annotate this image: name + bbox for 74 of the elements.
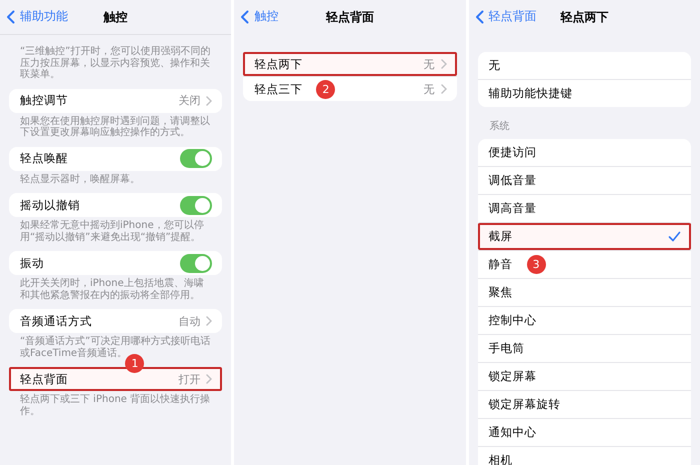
row-label: 通知中心 xyxy=(488,425,537,440)
row-label: 控制中心 xyxy=(488,313,537,328)
row-label: 摇动以撤销 xyxy=(20,198,80,212)
row-value: 关闭 xyxy=(178,93,200,108)
chevron-icon xyxy=(206,96,212,106)
row-label: 静音 xyxy=(488,257,513,272)
settings-row[interactable]: 轻点背面 打开 xyxy=(9,367,222,391)
row-label: 锁定屏幕旋转 xyxy=(488,397,561,412)
row-label: 调高音量 xyxy=(488,201,537,216)
row-label: 截屏 xyxy=(488,229,513,244)
row-label: 无 xyxy=(488,58,501,73)
footnote-text: 此开关关闭时，iPhone上包括地震、海啸和其他紧急警报在内的振动将全部停用。 xyxy=(20,278,205,301)
settings-row[interactable]: 控制中心 xyxy=(478,306,691,334)
footnote-text: 如果经常无意中摇动到iPhone，您可以停用“摇动以撤销”来避免出现“撤销”提醒。 xyxy=(20,220,205,243)
chevron-icon xyxy=(440,84,447,94)
row-label: 调低音量 xyxy=(488,173,537,188)
chevron-icon xyxy=(440,59,447,69)
settings-row[interactable]: 截屏 xyxy=(478,222,691,250)
row-label: 轻点唤醒 xyxy=(20,151,68,166)
row-label: 轻点两下 xyxy=(254,56,302,72)
settings-row[interactable]: 手电筒 xyxy=(478,334,691,362)
step-badge: 2 xyxy=(316,80,336,98)
settings-row[interactable]: 摇动以撤销 xyxy=(9,193,222,217)
settings-row[interactable]: 锁定屏幕旋转 xyxy=(478,390,691,418)
footnote-text: 如果您在使用触控屏时遇到问题，请调整以下设置更改屏幕响应触控操作的方式。 xyxy=(20,116,211,138)
back-chevron-icon xyxy=(474,10,484,24)
screen-title: 轻点两下 xyxy=(560,8,608,26)
toggle-switch[interactable] xyxy=(180,149,212,168)
settings-row[interactable]: 通知中心 xyxy=(478,418,691,446)
row-value: 无 xyxy=(424,56,435,72)
row-label: 轻点背面 xyxy=(20,372,68,386)
row-label: 振动 xyxy=(20,256,44,270)
settings-row[interactable]: 静音 3 xyxy=(478,250,691,278)
settings-row[interactable]: 无 xyxy=(478,52,691,79)
settings-row[interactable]: 音频通话方式 自动 xyxy=(9,309,222,333)
toggle-switch[interactable] xyxy=(180,196,212,214)
settings-row[interactable]: 聚焦 xyxy=(478,278,691,306)
row-label: 辅助功能快捷键 xyxy=(488,86,573,101)
row-value: 打开 xyxy=(178,372,200,386)
step-badge: 1 xyxy=(125,354,144,373)
row-label: 轻点三下 xyxy=(254,82,302,96)
row-label: 触控调节 xyxy=(20,93,68,108)
toggle-switch[interactable] xyxy=(180,254,212,272)
row-label: 便捷访问 xyxy=(488,145,537,160)
back-button[interactable]: 触控 xyxy=(240,8,278,25)
settings-row[interactable]: 轻点三下 2 无 xyxy=(243,76,457,101)
section-header: 系统 xyxy=(488,120,511,134)
screen-title: 触控 xyxy=(104,8,128,26)
row-label: 聚焦 xyxy=(488,285,513,300)
footnote-text: 轻点两下或三下 iPhone 背面以快速执行操作。 xyxy=(20,394,212,417)
settings-row[interactable]: 轻点两下 无 xyxy=(243,52,457,76)
settings-row[interactable]: 便捷访问 xyxy=(478,139,691,166)
row-label: 音频通话方式 xyxy=(20,314,92,328)
chevron-icon xyxy=(206,316,212,326)
row-label: 手电筒 xyxy=(488,341,525,356)
back-button[interactable]: 轻点背面 xyxy=(474,8,537,25)
chevron-icon xyxy=(206,374,212,384)
row-label: 锁定屏幕 xyxy=(488,369,537,384)
back-button[interactable]: 辅助功能 xyxy=(6,8,68,25)
settings-row[interactable]: 触控调节 关闭 xyxy=(9,88,222,112)
settings-row[interactable]: 调低音量 xyxy=(478,166,691,194)
back-chevron-icon xyxy=(6,10,15,24)
settings-row[interactable]: 轻点唤醒 xyxy=(9,146,222,170)
step-badge: 3 xyxy=(526,255,546,274)
screen-title: 轻点背面 xyxy=(326,8,374,26)
row-value: 无 xyxy=(424,82,435,96)
settings-row[interactable]: 辅助功能快捷键 xyxy=(478,79,691,107)
checkmark-icon xyxy=(668,231,681,242)
settings-row[interactable]: 振动 xyxy=(9,251,222,275)
footnote-text: “三维触控”打开时，您可以使用强弱不同的压力按压屏幕，以显示内容预览、操作和关联菜单。 xyxy=(20,46,212,80)
settings-row[interactable]: 锁定屏幕 xyxy=(478,362,691,390)
footnote-text: 轻点显示器时，唤醒屏幕。 xyxy=(20,174,141,185)
back-chevron-icon xyxy=(240,10,250,24)
row-value: 自动 xyxy=(178,314,200,328)
